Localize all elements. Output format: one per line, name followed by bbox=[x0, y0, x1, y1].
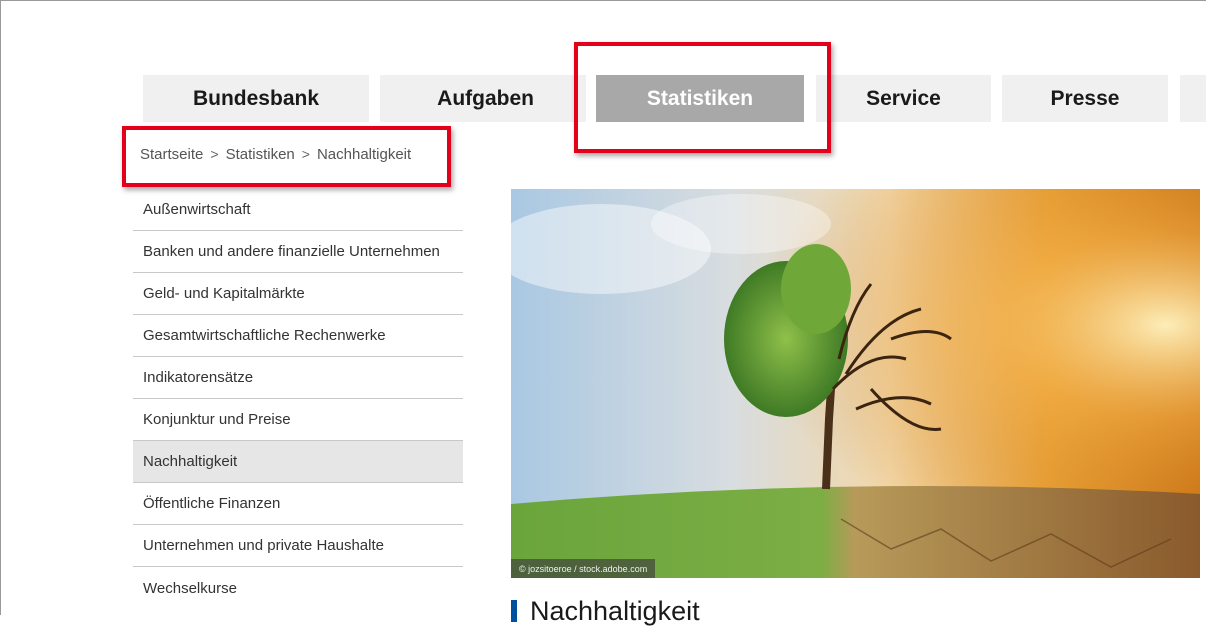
nav-item-service[interactable]: Service bbox=[816, 75, 991, 122]
breadcrumb-startseite[interactable]: Startseite bbox=[140, 146, 203, 163]
window-border-left bbox=[0, 0, 1, 615]
sidebar-item-wechselkurse[interactable]: Wechselkurse bbox=[133, 567, 463, 609]
nav-item-statistiken[interactable]: Statistiken bbox=[596, 75, 804, 122]
window-border-top bbox=[0, 0, 1206, 1]
cloud bbox=[651, 194, 831, 254]
nav-item-bundesbank[interactable]: Bundesbank bbox=[143, 75, 369, 122]
breadcrumb: Startseite > Statistiken > Nachhaltigkei… bbox=[140, 143, 411, 165]
breadcrumb-separator: > bbox=[210, 146, 219, 162]
heading-marker bbox=[511, 600, 517, 622]
sidebar-item-banken[interactable]: Banken und andere finanzielle Unternehme… bbox=[133, 231, 463, 273]
breadcrumb-nachhaltigkeit: Nachhaltigkeit bbox=[316, 145, 412, 163]
breadcrumb-separator: > bbox=[301, 146, 310, 162]
hero-illustration bbox=[511, 189, 1200, 578]
nav-item-aufgaben[interactable]: Aufgaben bbox=[380, 75, 586, 122]
sidebar-item-konjunktur-preise[interactable]: Konjunktur und Preise bbox=[133, 399, 463, 441]
sidebar-item-geld-kapitalmaerkte[interactable]: Geld- und Kapitalmärkte bbox=[133, 273, 463, 315]
tree-canopy bbox=[781, 244, 851, 334]
image-credit: © jozsitoeroe / stock.adobe.com bbox=[511, 559, 656, 578]
sidebar-item-nachhaltigkeit[interactable]: Nachhaltigkeit bbox=[133, 441, 463, 483]
sidebar-item-aussenwirtschaft[interactable]: Außenwirtschaft bbox=[133, 189, 463, 231]
sidebar-item-oeffentliche-finanzen[interactable]: Öffentliche Finanzen bbox=[133, 483, 463, 525]
sidebar-item-rechenwerke[interactable]: Gesamtwirtschaftliche Rechenwerke bbox=[133, 315, 463, 357]
sidebar-nav: Außenwirtschaft Banken und andere finanz… bbox=[133, 189, 463, 609]
nav-item-presse[interactable]: Presse bbox=[1002, 75, 1168, 122]
hero-image: © jozsitoeroe / stock.adobe.com bbox=[511, 189, 1200, 578]
page-heading: Nachhaltigkeit bbox=[511, 596, 700, 626]
page-title: Nachhaltigkeit bbox=[530, 595, 700, 626]
breadcrumb-statistiken[interactable]: Statistiken bbox=[226, 146, 295, 163]
sidebar-item-indikatorensaetze[interactable]: Indikatorensätze bbox=[133, 357, 463, 399]
sidebar-item-unternehmen-haushalte[interactable]: Unternehmen und private Haushalte bbox=[133, 525, 463, 567]
nav-item-more[interactable] bbox=[1180, 75, 1206, 122]
